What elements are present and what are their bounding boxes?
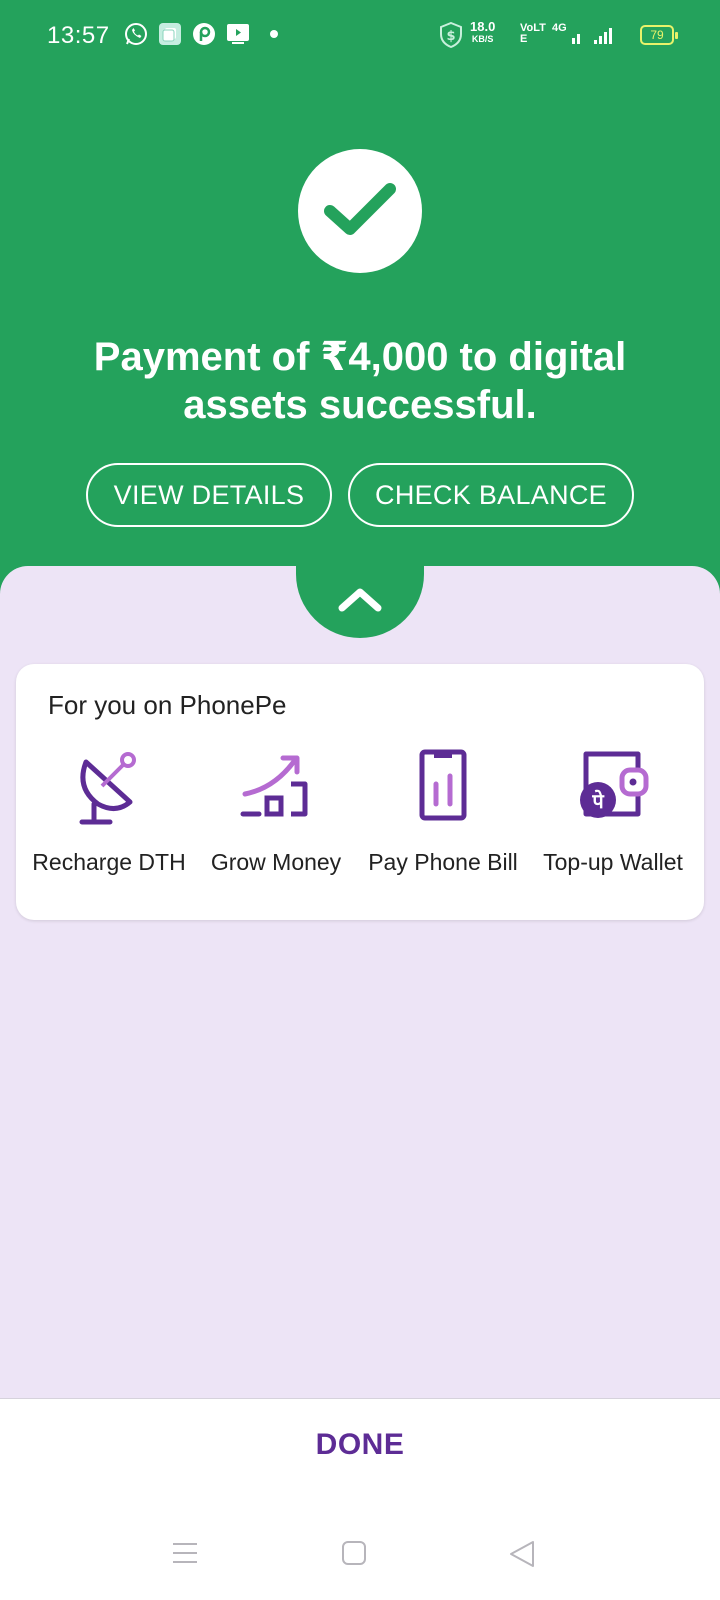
wallet-icon: पे <box>580 751 649 818</box>
signal-icon <box>572 26 616 51</box>
done-button[interactable]: DONE <box>0 1428 720 1462</box>
top-up-wallet-tile[interactable]: पे Top-up Wallet <box>528 748 698 876</box>
menu-icon[interactable] <box>172 1540 198 1571</box>
recharge-dth-tile[interactable]: Recharge DTH <box>24 748 194 876</box>
chevron-up-icon <box>338 588 382 612</box>
tile-label: Top-up Wallet <box>543 849 683 875</box>
success-header <box>0 0 720 640</box>
shield-dollar-icon: $ <box>440 21 462 53</box>
satellite-dish-icon <box>79 752 136 825</box>
network-type: 4G <box>552 22 567 34</box>
success-icon <box>298 149 422 273</box>
pay-phone-bill-tile[interactable]: Pay Phone Bill <box>358 748 528 876</box>
check-balance-button[interactable]: CHECK BALANCE <box>348 463 634 527</box>
system-navigation-bar <box>0 1520 720 1600</box>
phone-bill-icon <box>419 749 467 821</box>
svg-text:$: $ <box>446 29 455 44</box>
status-bar: 13:57 $ 18.0 KB/S VoLTE 4G 79 <box>0 0 720 72</box>
status-time: 13:57 <box>47 22 110 49</box>
tile-label: Recharge DTH <box>32 849 186 875</box>
volte-indicator: VoLTE <box>520 22 546 45</box>
whatsapp-icon <box>124 22 148 51</box>
more-notifications-dot <box>270 30 278 38</box>
network-speed: 18.0 KB/S <box>470 19 496 44</box>
grow-money-tile[interactable]: Grow Money <box>191 748 361 876</box>
tile-label: Pay Phone Bill <box>368 849 518 875</box>
svg-text:पे: पे <box>591 789 605 813</box>
payment-success-message: Payment of ₹4,000 to digital assets succ… <box>93 335 627 427</box>
tile-label: Grow Money <box>210 849 342 875</box>
notification-icon <box>158 22 182 51</box>
card-title: For you on PhonePe <box>48 690 287 720</box>
for-you-card: For you on PhonePe Recharge DTH Grow Mon… <box>16 664 704 920</box>
battery-indicator: 79 <box>640 25 678 45</box>
growth-chart-icon <box>240 755 308 817</box>
view-details-button[interactable]: VIEW DETAILS <box>86 463 332 527</box>
tv-icon <box>226 22 250 51</box>
home-icon[interactable] <box>341 1540 367 1571</box>
phonepe-icon <box>192 22 216 51</box>
back-icon[interactable] <box>508 1540 536 1573</box>
